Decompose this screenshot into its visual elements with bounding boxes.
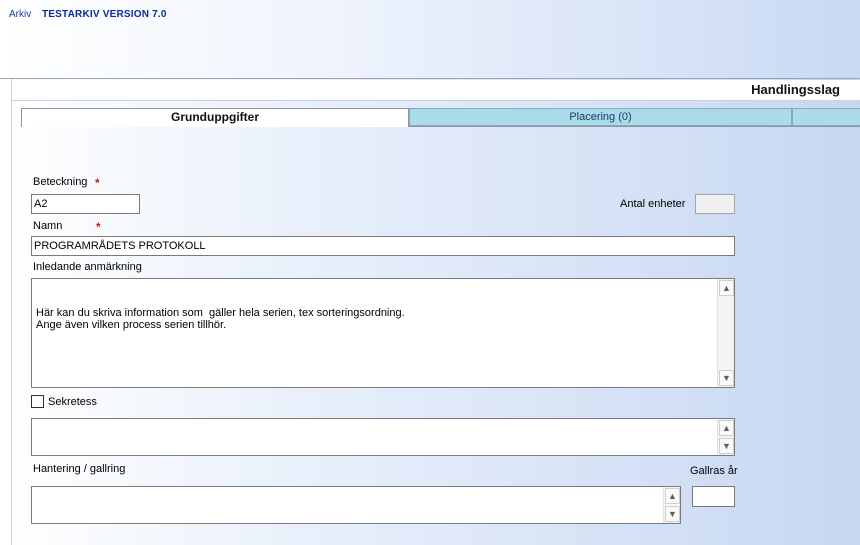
tab-more[interactable] <box>792 108 860 126</box>
tab-placering[interactable]: Placering (0) <box>409 108 792 126</box>
tab-active-join <box>22 126 408 127</box>
gallras-ar-field[interactable] <box>692 486 735 507</box>
inledande-anmarkning-text: Här kan du skriva information som gäller… <box>36 307 405 331</box>
scroll-down-icon[interactable]: ▼ <box>665 506 680 522</box>
inledande-anmarkning-label: Inledande anmärkning <box>33 261 142 273</box>
namn-field[interactable]: PROGRAMRÅDETS PROTOKOLL <box>31 236 735 256</box>
antal-enheter-label: Antal enheter <box>620 198 686 210</box>
beteckning-field[interactable]: A2 <box>31 194 140 214</box>
scroll-up-icon[interactable]: ▲ <box>719 420 734 436</box>
page-title: Handlingsslag <box>751 82 840 97</box>
namn-label: Namn <box>33 220 63 232</box>
tab-grunduppgifter[interactable]: Grunduppgifter <box>21 108 409 126</box>
hantering-gallring-textarea[interactable]: ▲ ▼ <box>31 486 681 524</box>
sekretess-label: Sekretess <box>48 396 97 408</box>
scroll-up-icon[interactable]: ▲ <box>719 280 734 296</box>
namn-required-mark: * <box>96 220 101 234</box>
sekretess-checkbox[interactable] <box>31 395 44 408</box>
hantering-gallring-label: Hantering / gallring <box>33 463 126 475</box>
app-title: TESTARKIV VERSION 7.0 <box>42 9 167 20</box>
hantering-gallring-scrollbar[interactable]: ▲ ▼ <box>663 487 680 523</box>
sekretess-textarea[interactable]: ▲ ▼ <box>31 418 735 456</box>
beteckning-required-mark: * <box>95 176 100 190</box>
antal-enheter-field[interactable] <box>695 194 735 214</box>
top-bar: Arkiv TESTARKIV VERSION 7.0 <box>0 0 860 79</box>
scroll-down-icon[interactable]: ▼ <box>719 438 734 454</box>
inledande-anmarkning-textarea[interactable]: Här kan du skriva information som gäller… <box>31 278 735 388</box>
header-strip <box>12 80 860 101</box>
menu-arkiv[interactable]: Arkiv <box>9 9 31 20</box>
scroll-down-icon[interactable]: ▼ <box>719 370 734 386</box>
sekretess-scrollbar[interactable]: ▲ ▼ <box>717 419 734 455</box>
scroll-up-icon[interactable]: ▲ <box>665 488 680 504</box>
beteckning-label: Beteckning <box>33 176 88 188</box>
inledande-anmarkning-scrollbar[interactable]: ▲ ▼ <box>717 279 734 387</box>
gallras-ar-label: Gallras år <box>690 465 738 477</box>
